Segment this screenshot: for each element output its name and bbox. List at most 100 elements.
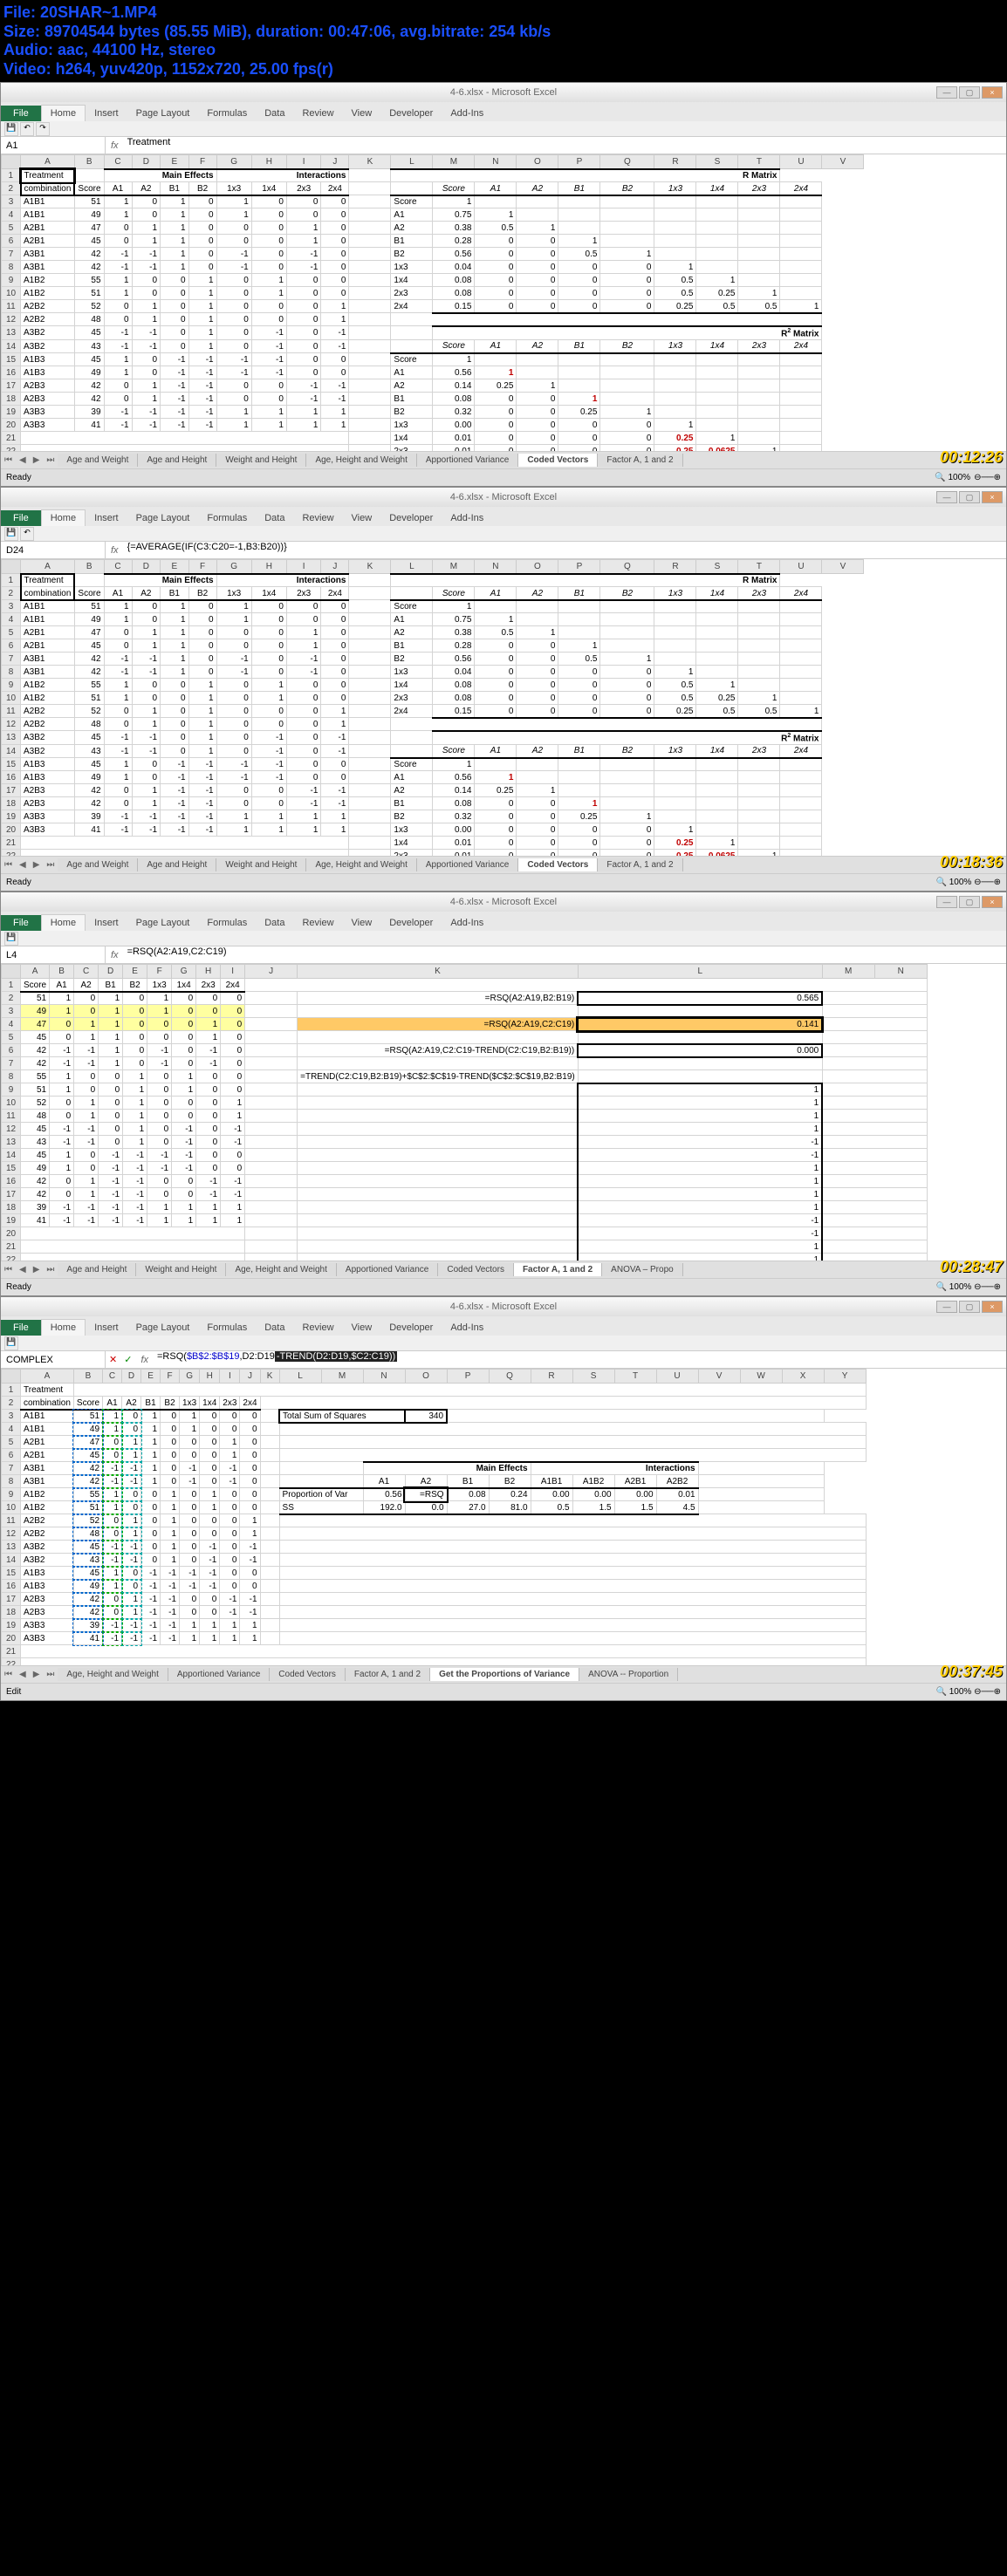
tab-nav-last[interactable]: ⏭ [43,860,58,870]
tab-nav-first[interactable]: ⏮ [1,1265,16,1274]
sheet-tab[interactable]: Coded Vectors [270,1668,346,1681]
ribbon-tab-home[interactable]: Home [41,914,86,931]
ribbon-tab-data[interactable]: Data [256,106,293,121]
sheet-tab[interactable]: Factor A, 1 and 2 [514,1263,602,1276]
minimize-button[interactable]: — [936,896,957,908]
maximize-button[interactable]: ▢ [959,896,980,908]
close-button[interactable]: × [982,1301,1003,1313]
accept-icon[interactable]: ✓ [120,1354,135,1365]
sheet-tab[interactable]: Age, Height and Weight [226,1263,336,1276]
save-icon[interactable]: 💾 [4,932,18,946]
tab-nav-last[interactable]: ⏭ [43,1265,58,1274]
minimize-button[interactable]: — [936,86,957,99]
sheet-tab[interactable]: Apportioned Variance [168,1668,270,1681]
tab-nav-last[interactable]: ⏭ [43,455,58,465]
zoom-control[interactable]: 🔍 100%⊖──⊕ [935,473,1001,482]
ribbon-tab-file[interactable]: File [1,106,41,121]
close-button[interactable]: × [982,491,1003,503]
tab-nav-prev[interactable]: ◀ [16,455,30,465]
ribbon-tab-review[interactable]: Review [293,106,342,121]
sheet-tab[interactable]: Apportioned Variance [337,1263,438,1276]
sheet-tab[interactable]: ANOVA – Propo [602,1263,683,1276]
sheet-tab[interactable]: Age and Weight [58,454,138,467]
fx-icon[interactable]: fx [135,1355,154,1365]
zoom-control[interactable]: 🔍 100% ⊖──⊕ [935,1687,1001,1697]
ribbon-tab-add-ins[interactable]: Add-Ins [442,510,492,526]
sheet-tab[interactable]: Age, Height and Weight [306,858,416,871]
tab-nav-prev[interactable]: ◀ [16,860,30,870]
sheet-tab[interactable]: ANOVA -- Proportion [579,1668,678,1681]
formula-bar[interactable]: {=AVERAGE(IF(C3:C20=-1,B3:B20))} [124,542,1006,558]
sheet-tab[interactable]: Factor A, 1 and 2 [598,454,682,467]
zoom-control[interactable]: 🔍 100% ⊖──⊕ [935,1282,1001,1292]
ribbon-tab-developer[interactable]: Developer [380,510,442,526]
zoom-control[interactable]: 🔍 100% ⊖──⊕ [935,878,1001,887]
minimize-button[interactable]: — [936,1301,957,1313]
ribbon-tab-view[interactable]: View [343,915,381,931]
ribbon-tab-developer[interactable]: Developer [380,915,442,931]
ribbon-tab-developer[interactable]: Developer [380,106,442,121]
ribbon-tab-view[interactable]: View [343,106,381,121]
sheet-tab[interactable]: Age, Height and Weight [58,1668,168,1681]
ribbon-tab-data[interactable]: Data [256,915,293,931]
sheet-tab[interactable]: Age and Height [58,1263,136,1276]
ribbon-tab-home[interactable]: Home [41,1319,86,1336]
undo-icon[interactable]: ↶ [20,527,34,541]
tab-nav-prev[interactable]: ◀ [16,1670,30,1679]
close-button[interactable]: × [982,896,1003,908]
ribbon-tab-formulas[interactable]: Formulas [198,510,256,526]
ribbon-tab-view[interactable]: View [343,1320,381,1336]
ribbon-tab-add-ins[interactable]: Add-Ins [442,106,492,121]
fx-icon[interactable]: fx [106,545,124,556]
tab-nav-prev[interactable]: ◀ [16,1265,30,1274]
ribbon-tab-view[interactable]: View [343,510,381,526]
sheet-tab[interactable]: Weight and Height [136,1263,226,1276]
worksheet-grid[interactable]: ABCDEFGHIJKLMN1ScoreA1A2B1B21x31x42x32x4… [1,964,928,1261]
sheet-tab[interactable]: Age and Weight [58,858,138,871]
ribbon-tab-developer[interactable]: Developer [380,1320,442,1336]
ribbon-tab-home[interactable]: Home [41,509,86,526]
ribbon-tab-file[interactable]: File [1,1320,41,1336]
save-icon[interactable]: 💾 [4,1336,18,1350]
tab-nav-first[interactable]: ⏮ [1,1670,16,1679]
tab-nav-next[interactable]: ▶ [30,1670,44,1679]
save-icon[interactable]: 💾 [4,122,18,136]
sheet-tab[interactable]: Age, Height and Weight [306,454,416,467]
ribbon-tab-page-layout[interactable]: Page Layout [127,106,199,121]
ribbon-tab-data[interactable]: Data [256,1320,293,1336]
fx-icon[interactable]: fx [106,950,124,960]
tab-nav-first[interactable]: ⏮ [1,455,16,465]
name-box[interactable]: A1 [1,137,106,154]
fx-icon[interactable]: fx [106,140,124,151]
sheet-tab[interactable]: Factor A, 1 and 2 [598,858,682,871]
ribbon-tab-formulas[interactable]: Formulas [198,106,256,121]
sheet-tab[interactable]: Factor A, 1 and 2 [346,1668,430,1681]
sheet-tab[interactable]: Get the Proportions of Variance [430,1668,579,1681]
name-box[interactable]: COMPLEX [1,1351,106,1368]
ribbon-tab-review[interactable]: Review [293,510,342,526]
ribbon-tab-insert[interactable]: Insert [86,510,127,526]
close-button[interactable]: × [982,86,1003,99]
sheet-tab[interactable]: Apportioned Variance [417,858,518,871]
ribbon-tab-add-ins[interactable]: Add-Ins [442,1320,492,1336]
tab-nav-last[interactable]: ⏭ [43,1670,58,1679]
tab-nav-next[interactable]: ▶ [30,1265,44,1274]
tab-nav-first[interactable]: ⏮ [1,860,16,870]
sheet-tab[interactable]: Age and Height [138,858,216,871]
cancel-icon[interactable]: ✕ [106,1354,120,1365]
sheet-tab[interactable]: Weight and Height [216,858,306,871]
formula-bar[interactable]: Treatment [124,137,1006,154]
tab-nav-next[interactable]: ▶ [30,860,44,870]
ribbon-tab-data[interactable]: Data [256,510,293,526]
sheet-tab[interactable]: Coded Vectors [518,454,598,467]
ribbon-tab-review[interactable]: Review [293,915,342,931]
ribbon-tab-page-layout[interactable]: Page Layout [127,915,199,931]
sheet-tab[interactable]: Coded Vectors [438,1263,514,1276]
ribbon-tab-insert[interactable]: Insert [86,106,127,121]
sheet-tab[interactable]: Apportioned Variance [417,454,518,467]
ribbon-tab-page-layout[interactable]: Page Layout [127,510,199,526]
ribbon-tab-page-layout[interactable]: Page Layout [127,1320,199,1336]
ribbon-tab-insert[interactable]: Insert [86,1320,127,1336]
formula-bar[interactable]: =RSQ($B$2:$B$19,D2:D19-TREND(D2:D19,$C2:… [154,1351,1006,1368]
undo-icon[interactable]: ↶ [20,122,34,136]
